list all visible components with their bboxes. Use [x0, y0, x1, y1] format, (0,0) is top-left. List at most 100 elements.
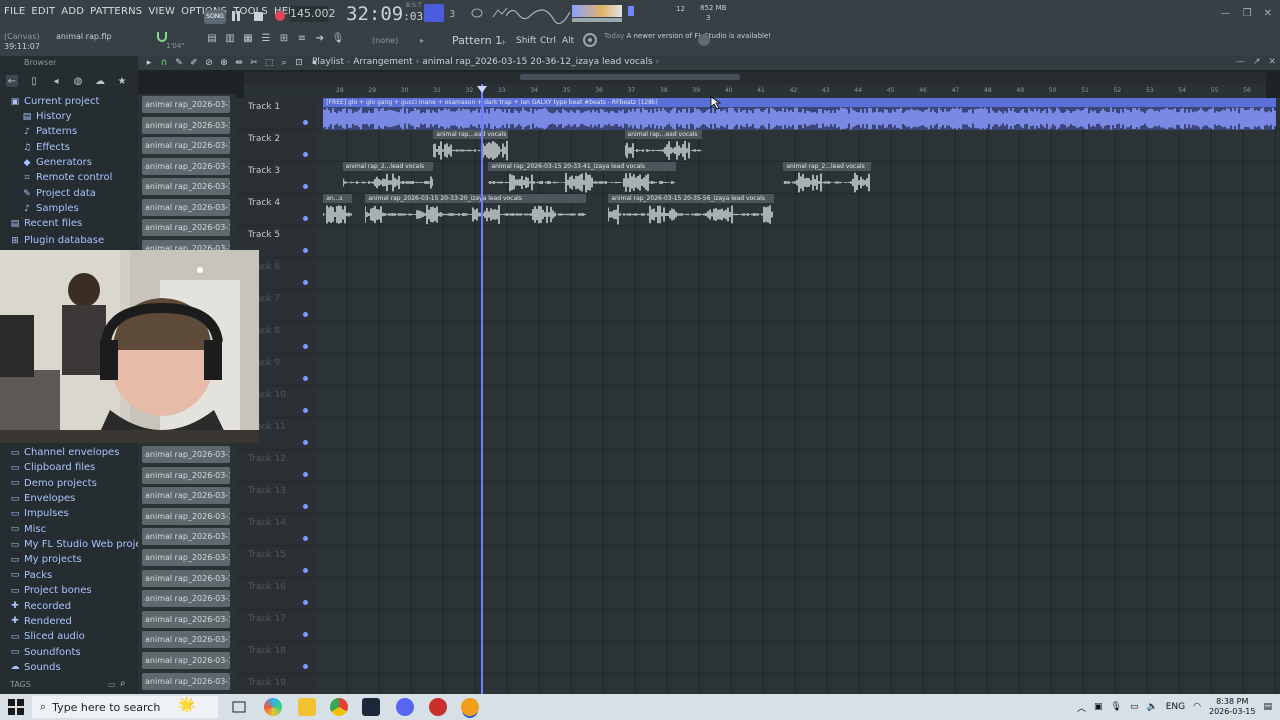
playlist-view-icon[interactable]: ▤	[206, 32, 218, 44]
volume-icon[interactable]: 🔈	[1147, 702, 1158, 712]
browser-item-my-fl-studio-web-projects[interactable]: ▭ My FL Studio Web projects	[10, 537, 156, 552]
playlist-maximize-icon[interactable]: ↗	[1253, 57, 1261, 67]
mute-icon[interactable]: ⊗	[219, 57, 229, 68]
track-mute-icon[interactable]	[303, 472, 308, 477]
browser-item-soundfonts[interactable]: ▭ Soundfonts	[10, 645, 81, 660]
fl-studio-taskbar-icon[interactable]	[461, 698, 479, 716]
track-mute-icon[interactable]	[303, 152, 308, 157]
arrangement-name[interactable]: Arrangement	[353, 57, 412, 67]
browser-item-recent-files[interactable]: ▤ Recent files	[10, 216, 82, 231]
steam-icon[interactable]	[362, 698, 380, 716]
browser-item-patterns[interactable]: ♪ Patterns	[22, 124, 77, 139]
browser-item-envelopes[interactable]: ▭ Envelopes	[10, 491, 76, 506]
track-mute-icon[interactable]	[303, 536, 308, 541]
picker-clip[interactable]: animal rap_2026-03-15...	[142, 569, 230, 587]
obs-icon[interactable]	[429, 698, 447, 716]
chrome-icon[interactable]	[330, 698, 348, 716]
slip-icon[interactable]: ⇹	[234, 57, 244, 68]
playhead[interactable]	[481, 84, 483, 694]
network-icon[interactable]: ▭	[1130, 702, 1139, 712]
song-mode-button[interactable]: SONG	[204, 10, 226, 24]
vocal-clip[interactable]: animal rap_2026-03-15 20-35-56_izaya lea…	[608, 194, 774, 226]
track-header-3[interactable]: Track 3	[236, 162, 316, 194]
browser-item-my-projects[interactable]: ▭ My projects	[10, 552, 82, 567]
search-highlight-icon[interactable]: 🌟	[178, 697, 195, 713]
browser-item-recorded[interactable]: ✚ Recorded	[10, 599, 71, 614]
track-header-15[interactable]: Track 15	[236, 546, 316, 578]
alt-key-button[interactable]: Alt	[562, 36, 574, 46]
record-button[interactable]	[272, 8, 288, 24]
picker-clip[interactable]: animal rap_2026-03-15...	[142, 198, 230, 216]
stop-button[interactable]	[250, 8, 266, 24]
browser-item-sliced-audio[interactable]: ▭ Sliced audio	[10, 629, 85, 644]
pause-button[interactable]	[228, 8, 244, 24]
arrow-left-icon[interactable]: ◂	[50, 75, 62, 87]
track-mute-icon[interactable]	[303, 248, 308, 253]
browser-item-impulses[interactable]: ▭ Impulses	[10, 506, 69, 521]
tray-chevron-icon[interactable]: ︿	[1077, 701, 1086, 714]
ctrl-key-button[interactable]: Ctrl	[540, 36, 556, 46]
track-mute-icon[interactable]	[303, 376, 308, 381]
track-mute-icon[interactable]	[303, 216, 308, 221]
picker-clip[interactable]: animal rap_2026-03-15...	[142, 487, 230, 505]
picker-clip[interactable]: animal rap_2026-03-15...	[142, 549, 230, 566]
picker-clip[interactable]: animal rap_2026-03-15...	[142, 672, 230, 690]
tempo-display[interactable]: 145.002	[290, 6, 336, 22]
track-header-1[interactable]: Track 1	[236, 98, 316, 130]
browser-item-plugin-database[interactable]: ⊞ Plugin database	[10, 233, 104, 248]
menu-add[interactable]: ADD	[61, 6, 84, 17]
picker-clip[interactable]: animal rap_2026-03-15...	[142, 507, 230, 525]
menu-file[interactable]: FILE	[4, 6, 25, 17]
beat-clip[interactable]: [FREE] glo + glo gang + gucci mane + osa…	[323, 98, 1276, 130]
pattern-selector[interactable]: Pattern 1	[452, 34, 502, 47]
picker-clip[interactable]: animal rap_2026-03-15...	[142, 610, 230, 628]
picker-clip[interactable]: animal rap_2026-03-15...	[142, 631, 230, 649]
playback-icon[interactable]: ⊡	[294, 57, 304, 68]
pattern-arrow-icon[interactable]: ▸	[420, 36, 424, 45]
shift-key-button[interactable]: Shift	[516, 36, 536, 46]
zoom-icon[interactable]: ⌕	[279, 57, 289, 68]
channel-rack-icon[interactable]: ▦	[242, 32, 254, 44]
magnet-icon[interactable]: ∩	[159, 57, 169, 68]
taskbar-clock[interactable]: 8:38 PM 2026-03-15	[1209, 697, 1256, 717]
track-header-12[interactable]: Track 12	[236, 450, 316, 482]
plugin-picker-icon[interactable]: ⊞	[278, 32, 290, 44]
close-icon[interactable]: ✕	[1264, 8, 1272, 19]
track-mute-icon[interactable]	[303, 600, 308, 605]
browser-item-project-data[interactable]: ✎ Project data	[22, 186, 96, 201]
track-header-18[interactable]: Track 18	[236, 642, 316, 674]
delete-icon[interactable]: ⊘	[204, 57, 214, 68]
mixer-icon[interactable]: ☰	[260, 32, 272, 44]
sound-icon[interactable]: ◍	[72, 75, 84, 87]
playhead-marker-icon[interactable]	[477, 86, 487, 93]
wifi-icon[interactable]: ◠	[1193, 702, 1201, 712]
browser-item-generators[interactable]: ◆ Generators	[22, 155, 92, 170]
browser-item-demo-projects[interactable]: ▭ Demo projects	[10, 476, 97, 491]
file-icon[interactable]: ▯	[28, 75, 40, 87]
camera-icon[interactable]: ▣	[1094, 702, 1103, 712]
windows-start-icon[interactable]	[8, 699, 24, 715]
discord-icon[interactable]	[396, 698, 414, 716]
browser-item-clipboard-files[interactable]: ▭ Clipboard files	[10, 460, 96, 475]
vocal-clip[interactable]: animal rap...ead vocals	[433, 130, 508, 162]
search-icon[interactable]: ⌕	[120, 678, 126, 689]
news-button[interactable]	[582, 32, 598, 48]
play-arrow-icon[interactable]: ▸	[144, 57, 154, 68]
track-header-16[interactable]: Track 16	[236, 578, 316, 610]
menu-edit[interactable]: EDIT	[31, 6, 55, 17]
browser-item-packs[interactable]: ▭ Packs	[10, 568, 52, 583]
pattern-add-icon[interactable]: +	[500, 38, 507, 47]
picker-clip[interactable]: animal rap_2026-03-15...	[142, 219, 230, 236]
task-view-icon[interactable]	[230, 698, 248, 716]
track-header-13[interactable]: Track 13	[236, 482, 316, 514]
loop-record-button[interactable]	[468, 4, 488, 22]
playlist-scrollbar[interactable]	[244, 72, 1266, 84]
slice-icon[interactable]: ✂	[249, 57, 259, 68]
scroll-thumb[interactable]	[520, 74, 740, 80]
picker-clip[interactable]: animal rap_2026-03-15...	[142, 116, 230, 134]
track-mute-icon[interactable]	[303, 632, 308, 637]
browser-item-samples[interactable]: ♪ Samples	[22, 201, 79, 216]
microphone-icon[interactable]: 🎙	[332, 32, 345, 44]
track-mute-icon[interactable]	[303, 664, 308, 669]
browser-item-current-project[interactable]: ▣ Current project	[10, 94, 100, 109]
